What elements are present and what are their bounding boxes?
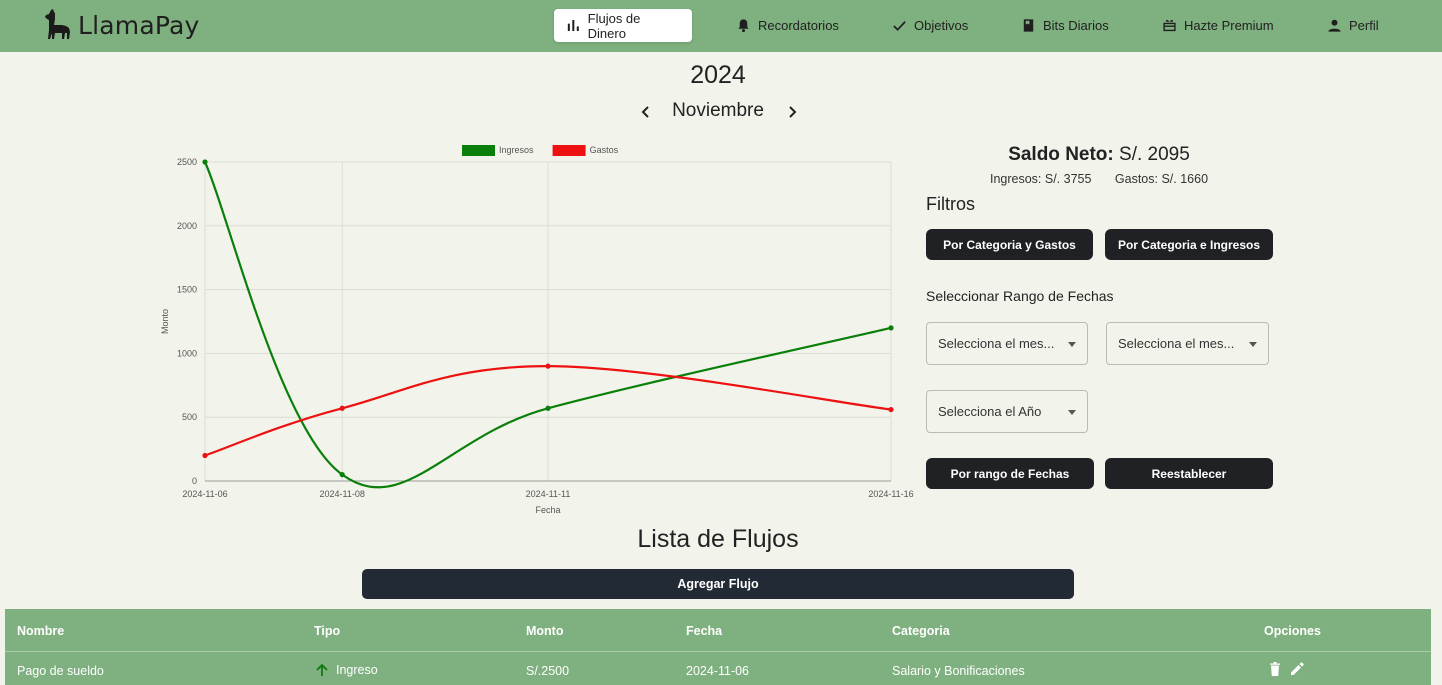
column-header-nombre[interactable]: Nombre: [17, 624, 64, 638]
legend-swatch: [462, 145, 495, 156]
list-title: Lista de Flujos: [637, 525, 799, 553]
row-options: [1267, 661, 1305, 677]
filter-date-range-button[interactable]: Por rango de Fechas: [926, 458, 1094, 489]
month-selector: Noviembre: [620, 98, 816, 126]
nav-label: Bits Diarios: [1043, 18, 1109, 33]
check-icon: [893, 21, 906, 31]
nav-label: Flujos de Dinero: [587, 10, 641, 41]
chevron-right-icon: [789, 106, 797, 118]
nav-flujos-de-dinero[interactable]: Flujos de Dinero: [554, 9, 692, 42]
column-header-opciones: Opciones: [1264, 624, 1321, 638]
data-point-ingresos: [888, 325, 894, 331]
column-header-tipo[interactable]: Tipo: [314, 624, 340, 638]
end-month-select[interactable]: Selecciona el mes...: [1106, 322, 1269, 365]
data-point-gastos: [202, 452, 208, 459]
gastos-total: Gastos: S/. 1660: [1114, 172, 1209, 186]
y-tick-label: 1000: [177, 348, 197, 358]
column-header-categoria[interactable]: Categoria: [892, 624, 950, 638]
book-icon: [1023, 19, 1034, 32]
next-month-button[interactable]: [781, 98, 803, 126]
range-title: Seleccionar Rango de Fechas: [926, 288, 1114, 304]
filter-category-gastos-button[interactable]: Por Categoria y Gastos: [926, 229, 1093, 260]
cell-nombre: Pago de sueldo: [17, 664, 104, 678]
select-value: Selecciona el mes...: [938, 336, 1055, 351]
trash-icon[interactable]: [1267, 661, 1283, 677]
y-tick-label: 500: [182, 412, 197, 422]
y-tick-label: 2000: [177, 221, 197, 231]
select-value: Selecciona el mes...: [1118, 336, 1235, 351]
legend-label: Gastos: [590, 145, 619, 155]
top-navbar: LlamaPay Flujos de Dinero Recordatorios …: [0, 0, 1442, 52]
legend-label: Ingresos: [499, 145, 534, 155]
cashflow-line-chart: 0 500 1000 1500 2000 2500 2024-11-06 2024-11-08…: [160, 145, 914, 515]
data-point-gastos: [888, 406, 894, 413]
data-point-ingresos: [202, 159, 208, 165]
y-tick-label: 0: [192, 476, 197, 486]
y-axis-label: Monto: [160, 309, 170, 334]
chevron-left-icon: [641, 106, 649, 118]
x-axis-label: Fecha: [535, 505, 560, 515]
data-point-gastos: [339, 405, 345, 411]
start-month-select[interactable]: Selecciona el mes...: [926, 322, 1088, 365]
year-select[interactable]: Selecciona el Año: [926, 390, 1088, 433]
saldo-value: S/. 2095: [1119, 144, 1190, 165]
x-tick-label: 2024-11-06: [182, 489, 227, 499]
y-tick-label: 1500: [177, 285, 197, 295]
filter-category-ingresos-button[interactable]: Por Categoria e Ingresos: [1105, 229, 1273, 260]
cell-tipo: Ingreso: [314, 662, 378, 678]
row-divider: [5, 651, 1431, 652]
cell-fecha: 2024-11-06: [686, 664, 750, 678]
data-point-ingresos: [545, 405, 551, 411]
filtros-title: Filtros: [926, 194, 975, 214]
nav-recordatorios[interactable]: Recordatorios: [724, 9, 851, 42]
data-point-ingresos: [339, 472, 345, 478]
year-title: 2024: [690, 61, 746, 89]
caret-down-icon: [1249, 342, 1257, 347]
month-label: Noviembre: [672, 100, 764, 121]
saldo-neto: Saldo Neto: S/. 2095: [926, 144, 1272, 166]
cell-categoria: Salario y Bonificaciones: [892, 664, 1025, 678]
reset-filters-button[interactable]: Reestablecer: [1105, 458, 1273, 489]
cell-monto: S/.2500: [526, 664, 570, 678]
edit-pencil-icon[interactable]: [1289, 661, 1305, 677]
arrow-up-icon: [316, 663, 328, 676]
data-point-gastos: [545, 363, 551, 369]
nav-hazte-premium[interactable]: Hazte Premium: [1150, 9, 1286, 42]
saldo-breakdown: Ingresos: S/. 3755 Gastos: S/. 1660: [926, 172, 1272, 186]
flows-table: Nombre Tipo Monto Fecha Categoria Opcion…: [5, 609, 1431, 685]
x-tick-label: 2024-11-08: [320, 489, 365, 499]
saldo-label: Saldo Neto:: [1008, 144, 1114, 165]
nav-label: Objetivos: [914, 18, 969, 33]
caret-down-icon: [1068, 342, 1076, 347]
prev-month-button[interactable]: [635, 98, 657, 126]
ingresos-total: Ingresos: S/. 3755: [989, 172, 1092, 186]
bell-icon: [738, 19, 749, 33]
nav-label: Recordatorios: [758, 18, 839, 33]
select-value: Selecciona el Año: [938, 404, 1042, 419]
nav-label: Perfil: [1349, 18, 1379, 33]
brand[interactable]: LlamaPay: [38, 8, 200, 42]
user-icon: [1328, 19, 1341, 32]
legend-swatch: [552, 145, 586, 156]
add-flow-button[interactable]: Agregar Flujo: [362, 569, 1074, 599]
column-header-monto[interactable]: Monto: [526, 624, 563, 638]
x-tick-label: 2024-11-16: [868, 489, 913, 499]
nav-perfil[interactable]: Perfil: [1315, 9, 1391, 42]
tipo-label: Ingreso: [336, 663, 378, 677]
caret-down-icon: [1068, 410, 1076, 415]
nav-bits-diarios[interactable]: Bits Diarios: [1009, 9, 1121, 42]
nav-objetivos[interactable]: Objetivos: [880, 9, 980, 42]
x-tick-label: 2024-11-11: [526, 489, 571, 499]
bar-chart-icon: [567, 20, 579, 31]
y-tick-label: 2500: [177, 157, 197, 167]
brand-name: LlamaPay: [78, 10, 200, 40]
nav-label: Hazte Premium: [1184, 18, 1274, 33]
llama-logo-icon: [45, 9, 70, 39]
gift-icon: [1163, 19, 1176, 32]
column-header-fecha[interactable]: Fecha: [686, 624, 722, 638]
